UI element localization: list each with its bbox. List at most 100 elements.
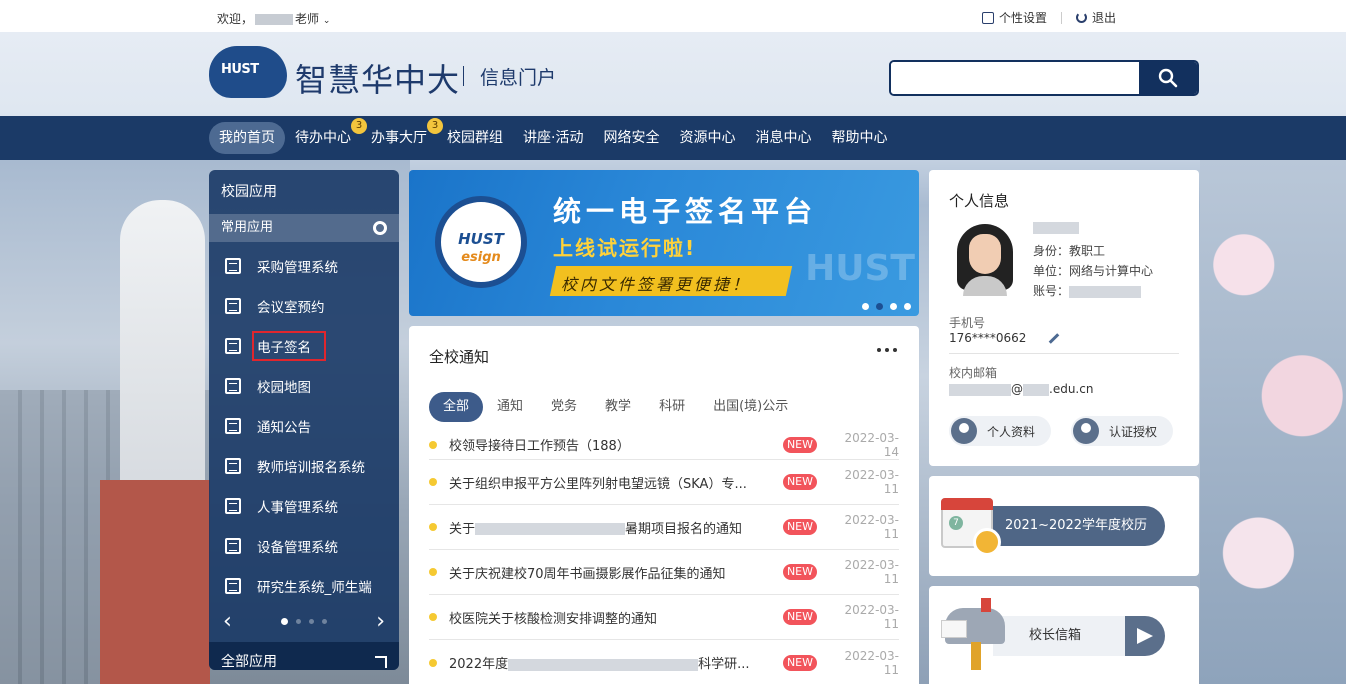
app-item-teacher-training[interactable]: 教师培训报名系统 (209, 446, 399, 486)
title-prefix: 关于 (449, 521, 476, 537)
president-mailbox-button[interactable]: 校长信箱 (993, 616, 1165, 656)
welcome-suffix: 老师 (295, 12, 320, 26)
tab-abroad[interactable]: 出国(境)公示 (699, 392, 802, 422)
president-mailbox-label: 校长信箱 (1029, 628, 1082, 643)
calendar-icon: 7 (941, 498, 1001, 556)
bullet-dot (429, 478, 437, 486)
header: HUST 智慧华中大 信息门户 (0, 32, 1346, 116)
nav-home[interactable]: 我的首页 (209, 122, 285, 154)
personal-info-card: 个人信息 身份：教职工 单位：网络与计算中心 账号： 手机号 176****06… (929, 170, 1199, 466)
mailbox-icon (941, 598, 1005, 670)
notice-tabs: 全部 通知 党务 教学 科研 出国(境)公示 (429, 392, 802, 422)
new-badge: NEW (782, 436, 817, 453)
hust-logo[interactable]: HUST (209, 46, 287, 98)
auth-button[interactable]: 认证授权 (1071, 416, 1173, 446)
list-item[interactable]: 校领导接待日工作预告（188） NEW 2022-03-14 (429, 430, 899, 460)
user-name-redacted (1033, 222, 1079, 234)
bullet-dot (429, 568, 437, 576)
nav-services-label: 办事大厅 (371, 130, 427, 146)
banner-dot[interactable] (890, 303, 897, 310)
banner-badge-sub: esign (461, 250, 501, 265)
notice-date: 2022-03-11 (844, 603, 899, 631)
app-item-campus-map[interactable]: 校园地图 (209, 366, 399, 406)
nav-todo-label: 待办中心 (295, 130, 351, 146)
common-apps-label: 常用应用 (221, 220, 274, 235)
app-item-graduate[interactable]: 研究生系统_师生端 (209, 566, 399, 606)
title-divider (463, 66, 464, 86)
app-pager: ‹ › (209, 606, 399, 636)
tab-teaching[interactable]: 教学 (591, 392, 645, 422)
new-badge: NEW (782, 609, 817, 625)
notice-title: 校领导接待日工作预告（188） (449, 439, 630, 454)
app-item-announcements[interactable]: 通知公告 (209, 406, 399, 446)
nav-groups[interactable]: 校园群组 (437, 122, 513, 154)
chevron-right-icon[interactable]: › (376, 609, 385, 634)
new-badge: NEW (782, 519, 817, 535)
app-item-meeting-room[interactable]: 会议室预约 (209, 286, 399, 326)
phone-label: 手机号 (949, 316, 986, 330)
tab-notice[interactable]: 通知 (483, 392, 537, 422)
auth-label: 认证授权 (1109, 424, 1158, 439)
account-row: 账号： (1033, 282, 1142, 299)
welcome-message[interactable]: 欢迎， 老师 ⌄ (217, 10, 330, 27)
sidebar-title: 校园应用 (221, 184, 277, 200)
gear-icon[interactable] (373, 221, 387, 235)
document-icon (225, 338, 241, 354)
president-mailbox-card: 校长信箱 (929, 586, 1199, 684)
phone-row: 176****0662 (949, 331, 1060, 345)
nav-security[interactable]: 网络安全 (593, 122, 669, 154)
profile-details-button[interactable]: 个人资料 (949, 416, 1051, 446)
campus-apps-sidebar: 校园应用 常用应用 采购管理系统 会议室预约 电子签名 校园地图 通知公告 教师… (209, 170, 399, 670)
avatar[interactable] (957, 224, 1013, 296)
list-item[interactable]: 2022年度 科学研... NEW 2022-03-11 (429, 640, 899, 684)
nav-services[interactable]: 办事大厅 3 (361, 118, 443, 154)
redacted-text (475, 523, 626, 535)
chevron-left-icon[interactable]: ‹ (223, 609, 232, 634)
settings-link[interactable]: 个性设置 (981, 9, 1047, 26)
nav-help[interactable]: 帮助中心 (821, 122, 897, 154)
search-button[interactable] (1139, 62, 1197, 94)
pencil-icon[interactable] (1049, 333, 1060, 344)
nav-resources[interactable]: 资源中心 (669, 122, 745, 154)
app-item-hr[interactable]: 人事管理系统 (209, 486, 399, 526)
app-item-procurement[interactable]: 采购管理系统 (209, 246, 399, 286)
app-label: 人事管理系统 (257, 500, 338, 516)
pager-dot[interactable] (296, 618, 301, 624)
tab-party[interactable]: 党务 (537, 392, 591, 422)
pager-dot[interactable] (322, 618, 327, 624)
document-icon (225, 418, 241, 434)
esign-banner[interactable]: HUST esign 统一电子签名平台 上线试运行啦! 校内文件签署更便捷！ H… (409, 170, 919, 316)
more-icon[interactable] (877, 348, 897, 352)
app-item-esign[interactable]: 电子签名 (209, 326, 399, 366)
app-list: 采购管理系统 会议室预约 电子签名 校园地图 通知公告 教师培训报名系统 人事管… (209, 242, 399, 606)
banner-dot[interactable] (904, 303, 911, 310)
nav-todo[interactable]: 待办中心 3 (285, 118, 367, 154)
logout-link[interactable]: 退出 (1075, 9, 1116, 26)
key-icon (1073, 418, 1099, 444)
all-apps-label: 全部应用 (221, 654, 277, 670)
list-item[interactable]: 关于组织申报平方公里阵列射电望远镜（SKA）专... NEW 2022-03-1… (429, 460, 899, 505)
statue-pedestal (100, 480, 210, 684)
list-item[interactable]: 关于 暑期项目报名的通知 NEW 2022-03-11 (429, 505, 899, 550)
notice-date: 2022-03-11 (844, 648, 899, 677)
pager-dot[interactable] (281, 617, 288, 625)
notice-title: 校医院关于核酸检测安排调整的通知 (449, 611, 658, 627)
list-item[interactable]: 关于庆祝建校70周年书画摄影展作品征集的通知 NEW 2022-03-11 (429, 550, 899, 595)
site-title: 智慧华中大 (295, 61, 461, 99)
search-box (889, 60, 1199, 96)
pager-dot[interactable] (309, 618, 314, 624)
tab-all[interactable]: 全部 (429, 392, 484, 422)
bullet-dot (429, 440, 437, 449)
list-item[interactable]: 校医院关于核酸检测安排调整的通知 NEW 2022-03-11 (429, 595, 899, 640)
search-input[interactable] (891, 62, 1139, 94)
app-label: 教师培训报名系统 (257, 460, 365, 476)
nav-messages[interactable]: 消息中心 (745, 122, 821, 154)
banner-dot[interactable] (876, 303, 883, 310)
new-badge: NEW (782, 564, 817, 580)
tab-research[interactable]: 科研 (645, 392, 699, 422)
nav-events[interactable]: 讲座·活动 (513, 122, 593, 154)
banner-dot[interactable] (862, 303, 869, 310)
school-calendar-button[interactable]: 2021~2022学年度校历 (989, 506, 1165, 546)
app-item-equipment[interactable]: 设备管理系统 (209, 526, 399, 566)
all-apps-link[interactable]: 全部应用 (209, 642, 399, 670)
